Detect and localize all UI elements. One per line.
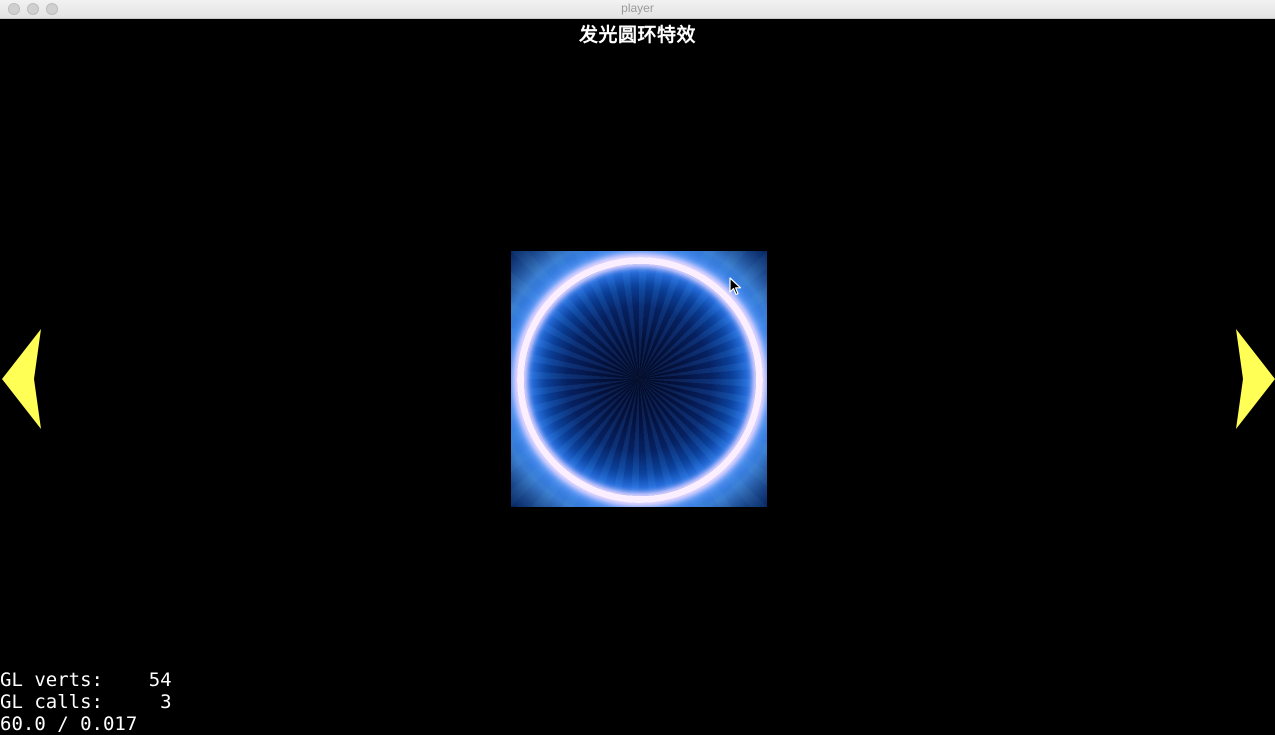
- scene-title: 发光圆环特效: [578, 24, 696, 46]
- next-scene-button[interactable]: [1234, 329, 1275, 429]
- render-canvas[interactable]: 发光圆环特效 GL verts: 54 GL calls: 3 60.0 / 0.0…: [0, 19, 1275, 735]
- glow-ring: [517, 257, 763, 503]
- gl-calls-stat: GL calls: 3: [0, 691, 172, 713]
- app-window: player 发光圆环特效 GL verts: 54 GL calls: 3 60.…: [0, 0, 1275, 735]
- title-bar: player: [0, 0, 1275, 19]
- triangle-left-icon: [2, 329, 41, 429]
- previous-scene-button[interactable]: [0, 329, 42, 429]
- mouse-cursor-icon: [729, 277, 742, 296]
- window-title: player: [621, 1, 654, 15]
- gl-stats-panel: GL verts: 54 GL calls: 3 60.0 / 0.017: [0, 669, 172, 735]
- triangle-right-icon: [1236, 329, 1275, 429]
- gl-verts-stat: GL verts: 54: [0, 669, 172, 691]
- fps-stat: 60.0 / 0.017: [0, 713, 138, 735]
